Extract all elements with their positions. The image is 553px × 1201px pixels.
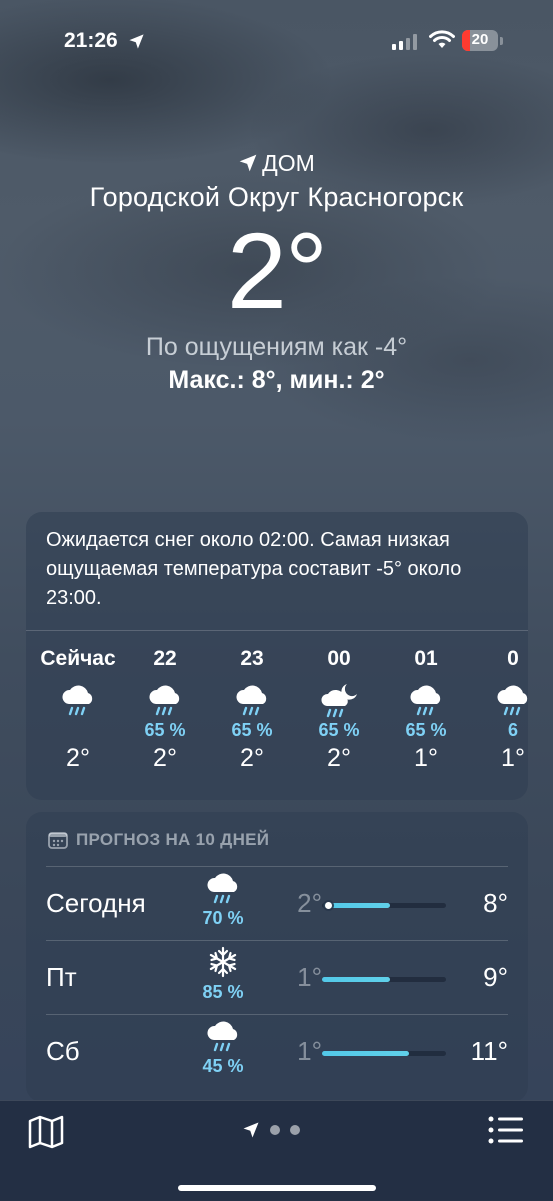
hourly-scroll[interactable]: Сейчас 2° 22 65 % 2° 23 65 % 2° 00 65 % 2° 01 65 % 1°… — [26, 644, 528, 794]
rain-cloud-icon — [386, 680, 466, 720]
status-bar: 21:26 20 — [0, 26, 553, 58]
precipitation-chance: 6 — [507, 720, 518, 740]
hour-temperature: 1° — [414, 744, 438, 772]
hour-temperature: 2° — [240, 744, 264, 772]
map-icon[interactable] — [28, 1115, 64, 1149]
low-temperature: 2° — [297, 888, 322, 918]
hour-label: 23 — [240, 647, 264, 670]
clock: 21:26 — [64, 29, 118, 52]
temperature-range-bar — [322, 977, 446, 982]
rain-cloud-icon — [198, 872, 248, 913]
hour-label: 0 — [507, 647, 519, 670]
high-temperature: 9° — [483, 962, 508, 992]
current-weather-header: ДОМ Городской Округ Красногорск 2° По ощ… — [0, 148, 553, 395]
location-name: ДОМ — [262, 149, 315, 176]
ten-day-forecast-card[interactable]: ПРОГНОЗ НА 10 ДНЕЙ Сегодня 70 % 2° 8° Пт 85 %… — [26, 812, 528, 1102]
weather-summary: Ожидается снег около 02:00. Самая низкая… — [46, 529, 462, 609]
battery-indicator: 20 — [462, 30, 498, 51]
divider — [46, 866, 508, 867]
location-arrow-icon — [243, 1122, 259, 1138]
snowflake-icon — [198, 946, 248, 983]
precipitation-chance: 70 % — [202, 908, 244, 928]
wifi-icon — [429, 30, 455, 48]
battery-cap — [500, 37, 503, 45]
temperature-range — [322, 1051, 409, 1056]
precipitation-chance: 65 % — [318, 720, 360, 740]
location-label: ДОМ — [0, 148, 553, 178]
page-dot[interactable] — [290, 1125, 300, 1135]
hourly-item: Сейчас 2° — [38, 644, 118, 773]
precipitation-chance: 65 % — [231, 720, 273, 740]
feels-like: По ощущениям как -4° — [145, 333, 408, 361]
bottom-toolbar — [0, 1100, 553, 1201]
moon-cloud-rain-icon — [299, 680, 379, 720]
hour-temperature: 2° — [66, 744, 90, 772]
rain-cloud-icon — [473, 680, 528, 720]
rain-cloud-icon — [212, 680, 292, 720]
forecast-header: ПРОГНОЗ НА 10 ДНЕЙ — [48, 830, 269, 850]
high-temperature: 11° — [470, 1036, 508, 1066]
temperature-range-bar — [322, 1051, 446, 1056]
hour-label: 00 — [327, 647, 351, 670]
precipitation-chance: 45 % — [202, 1056, 244, 1076]
hour-label: 01 — [414, 647, 438, 670]
location-arrow-icon — [239, 154, 257, 172]
divider — [46, 940, 508, 941]
precipitation-chance: 65 % — [405, 720, 447, 740]
page-indicator[interactable] — [242, 1121, 300, 1139]
low-temperature: 1° — [297, 962, 322, 992]
max-min-temperature: Макс.: 8°, мин.: 2° — [168, 366, 385, 394]
location-arrow-icon — [129, 34, 144, 49]
hourly-item: 22 65 % 2° — [125, 644, 205, 773]
precipitation-chance: 65 % — [144, 720, 186, 740]
city-name: Городской Округ Красногорск — [89, 182, 464, 212]
forecast-row[interactable]: Сб 45 % 1° 11° — [26, 1014, 528, 1088]
hour-temperature: 2° — [327, 744, 351, 772]
high-temperature: 8° — [483, 888, 508, 918]
precipitation-chance — [38, 720, 118, 740]
temperature-range — [322, 977, 391, 982]
precipitation-chance: 85 % — [202, 982, 244, 1002]
day-label: Пт — [46, 962, 77, 992]
hour-temperature: 2° — [153, 744, 177, 772]
forecast-row[interactable]: Сегодня 70 % 2° 8° — [26, 866, 528, 940]
rain-cloud-icon — [125, 680, 205, 720]
battery-level: 20 — [471, 31, 489, 48]
hour-label: Сейчас — [40, 647, 116, 670]
temperature-range — [324, 903, 391, 908]
hourly-forecast-card[interactable]: Ожидается снег около 02:00. Самая низкая… — [26, 512, 528, 800]
divider — [46, 1014, 508, 1015]
hourly-item: 01 65 % 1° — [386, 644, 466, 773]
calendar-icon — [48, 832, 68, 849]
hourly-item: 00 65 % 2° — [299, 644, 379, 773]
rain-cloud-icon — [38, 680, 118, 720]
day-label: Сегодня — [46, 888, 146, 918]
hourly-item: 23 65 % 2° — [212, 644, 292, 773]
page-dot[interactable] — [270, 1125, 280, 1135]
cellular-signal-icon — [392, 34, 417, 50]
temperature-range-bar — [322, 902, 446, 909]
divider — [26, 630, 528, 631]
forecast-title: ПРОГНОЗ НА 10 ДНЕЙ — [76, 830, 270, 849]
day-label: Сб — [46, 1036, 80, 1066]
rain-cloud-icon — [198, 1020, 248, 1061]
forecast-row[interactable]: Пт 85 % 1° 9° — [26, 940, 528, 1014]
low-temperature: 1° — [297, 1036, 322, 1066]
home-indicator — [178, 1185, 376, 1191]
hourly-item: 0 6 1° — [473, 644, 528, 773]
hour-temperature: 1° — [501, 744, 525, 772]
current-temperature: 2° — [226, 210, 328, 331]
list-icon[interactable] — [488, 1115, 524, 1145]
hour-label: 22 — [153, 647, 177, 670]
